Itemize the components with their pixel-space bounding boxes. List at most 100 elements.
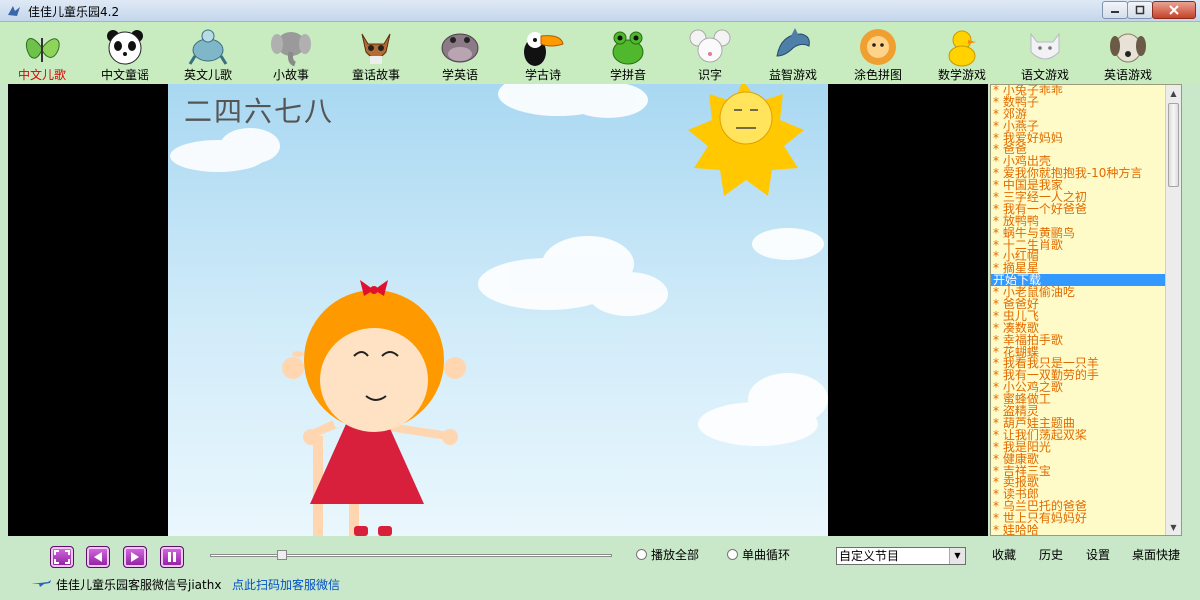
cartoon-girl	[282, 280, 466, 536]
scan-qr-link[interactable]: 点此扫码加客服微信	[232, 576, 340, 593]
playlist-item[interactable]: * 小红帽	[991, 250, 1167, 263]
tab-learn-characters[interactable]: 识字	[670, 24, 750, 84]
playlist-item[interactable]: * 健康歌	[991, 453, 1167, 465]
scrollbar-thumb[interactable]	[1168, 103, 1179, 187]
playlist-item[interactable]: * 放鸭鸭	[991, 215, 1167, 227]
seek-track[interactable]	[210, 554, 612, 557]
tab-learn-english[interactable]: 学英语	[420, 24, 500, 84]
previous-button[interactable]	[86, 546, 110, 568]
playlist-item[interactable]: * 小兔子乖乖	[991, 85, 1167, 96]
tab-label: 学拼音	[609, 68, 646, 82]
minimize-button[interactable]	[1102, 1, 1128, 19]
playlist-item[interactable]: * 蜗牛与黄鹂鸟	[991, 227, 1167, 239]
playlist-scrollbar[interactable]: ▲ ▼	[1165, 85, 1181, 535]
playlist-item[interactable]: * 小公鸡之歌	[991, 381, 1167, 393]
tab-label: 识字	[697, 68, 722, 82]
playlist-item[interactable]: * 我有一个好爸爸	[991, 203, 1167, 215]
song-playlist[interactable]: * 小兔子乖乖 * 数鸭子 * 郊游 * 小燕子 * 我爱好妈妈 * 爸爸 * 小鸡出壳 * …	[990, 84, 1182, 536]
tab-fairy-tales[interactable]: 童话故事	[336, 24, 416, 84]
seek-bar[interactable]	[210, 550, 612, 560]
playlist-item[interactable]: * 幸福拍手歌	[991, 334, 1167, 346]
history-button[interactable]: 历史	[1039, 546, 1063, 563]
playlist-item[interactable]: * 世上只有妈妈好	[991, 512, 1167, 524]
tab-english-songs[interactable]: 英文儿歌	[168, 24, 248, 84]
playlist-item[interactable]: * 虫儿飞	[991, 310, 1167, 322]
desktop-shortcut-button[interactable]: 桌面快捷	[1132, 546, 1180, 563]
tab-chinese-games[interactable]: 语文游戏	[1005, 24, 1085, 84]
playlist-item[interactable]: * 蜜蜂做工	[991, 393, 1167, 405]
playlist-item[interactable]: * 爱我你就抱抱我-10种方言	[991, 167, 1167, 179]
playlist-item[interactable]: * 葫芦娃主题曲	[991, 417, 1167, 429]
playlist-item[interactable]: * 小老鼠偷油吃	[991, 286, 1167, 298]
playlist-item[interactable]: * 三字经一人之初	[991, 191, 1167, 203]
playlist-item[interactable]: * 小燕子	[991, 120, 1167, 132]
playlist-item[interactable]: 开始下载	[991, 274, 1167, 287]
maximize-button[interactable]	[1127, 1, 1153, 19]
window-title: 佳佳儿童乐园4.2	[28, 5, 120, 19]
radio-dot-icon	[636, 548, 647, 560]
pause-icon	[168, 552, 176, 562]
video-player[interactable]: 二四六七八	[168, 84, 828, 536]
tab-english-games[interactable]: 英语游戏	[1088, 24, 1168, 84]
tab-ancient-poems[interactable]: 学古诗	[503, 24, 583, 84]
playlist-item[interactable]: * 凑数歌	[991, 322, 1167, 334]
turtle-icon	[188, 29, 228, 65]
tab-coloring-puzzles[interactable]: 涂色拼图	[838, 24, 918, 84]
tab-puzzle-games[interactable]: 益智游戏	[753, 24, 833, 84]
favorites-button[interactable]: 收藏	[992, 546, 1016, 563]
playlist-item[interactable]: * 乌兰巴托的爸爸	[991, 500, 1167, 512]
playlist-item[interactable]: * 爸爸好	[991, 298, 1167, 310]
playlist-item[interactable]: * 郊游	[991, 108, 1167, 120]
close-button[interactable]	[1152, 1, 1196, 19]
title-bar: 佳佳儿童乐园4.2	[0, 0, 1200, 22]
playlist-item[interactable]: * 吉祥三宝	[991, 465, 1167, 477]
scroll-down-icon[interactable]: ▼	[1166, 519, 1181, 535]
player-controls: 播放全部 单曲循环 自定义节目 ▼ 收藏 历史 设置 桌面快捷 佳佳儿童乐园客服…	[0, 536, 1200, 600]
next-button[interactable]	[123, 546, 147, 568]
playlist-item[interactable]: * 读书郎	[991, 488, 1167, 500]
playlist-item[interactable]: * 盗精灵	[991, 405, 1167, 417]
radio-play-all[interactable]: 播放全部	[636, 546, 699, 562]
raccoon-icon	[361, 33, 391, 64]
program-select[interactable]: 自定义节目 ▼	[836, 547, 966, 565]
frog-icon	[612, 31, 644, 65]
previous-icon	[94, 552, 102, 562]
maximize-icon	[1135, 5, 1145, 15]
playlist-item[interactable]: * 花蝴蝶	[991, 346, 1167, 358]
playlist-item[interactable]: * 小鸡出壳	[991, 155, 1167, 167]
playlist-item[interactable]: * 摘星星	[991, 262, 1167, 274]
playlist-item[interactable]: * 娃哈哈	[991, 524, 1167, 535]
lyric-text: 二四六七八	[184, 95, 335, 128]
seek-thumb[interactable]	[277, 550, 287, 560]
scroll-up-icon[interactable]: ▲	[1166, 85, 1181, 101]
tab-short-stories[interactable]: 小故事	[251, 24, 331, 84]
tab-chinese-songs[interactable]: 中文儿歌	[2, 24, 82, 84]
tab-chinese-rhymes[interactable]: 中文童谣	[85, 24, 165, 84]
settings-button[interactable]: 设置	[1086, 546, 1110, 563]
playlist-item[interactable]: * 我有一双勤劳的手	[991, 369, 1167, 381]
airplane-icon	[31, 580, 51, 587]
hippo-icon	[441, 33, 479, 63]
video-letterbox-left	[8, 84, 168, 536]
playlist-item[interactable]: * 爸爸	[991, 143, 1167, 156]
toucan-icon	[524, 32, 564, 66]
tab-label: 中文儿歌	[17, 68, 66, 82]
tab-learn-pinyin[interactable]: 学拼音	[588, 24, 668, 84]
playlist-item[interactable]: * 我看我只是一只羊	[991, 357, 1167, 370]
radio-single-loop[interactable]: 单曲循环	[727, 546, 790, 562]
playlist-item[interactable]: * 数鸭子	[991, 96, 1167, 108]
playlist-item[interactable]: * 让我们荡起双桨	[991, 429, 1167, 441]
playlist-item[interactable]: * 我爱好妈妈	[991, 132, 1167, 144]
fullscreen-button[interactable]	[50, 546, 74, 568]
close-icon	[1169, 5, 1179, 15]
video-letterbox-right	[828, 84, 988, 536]
tab-label: 语文游戏	[1020, 68, 1069, 82]
playlist-item[interactable]: * 卖报歌	[991, 476, 1167, 488]
tab-math-games[interactable]: 数学游戏	[922, 24, 1002, 84]
tab-label: 学古诗	[524, 68, 561, 82]
playlist-item[interactable]: * 我是阳光	[991, 441, 1167, 453]
cat-icon	[1030, 32, 1060, 60]
pause-button[interactable]	[160, 546, 184, 568]
playlist-item[interactable]: * 中国是我家	[991, 179, 1167, 191]
playlist-item[interactable]: * 十二生肖歌	[991, 239, 1167, 251]
